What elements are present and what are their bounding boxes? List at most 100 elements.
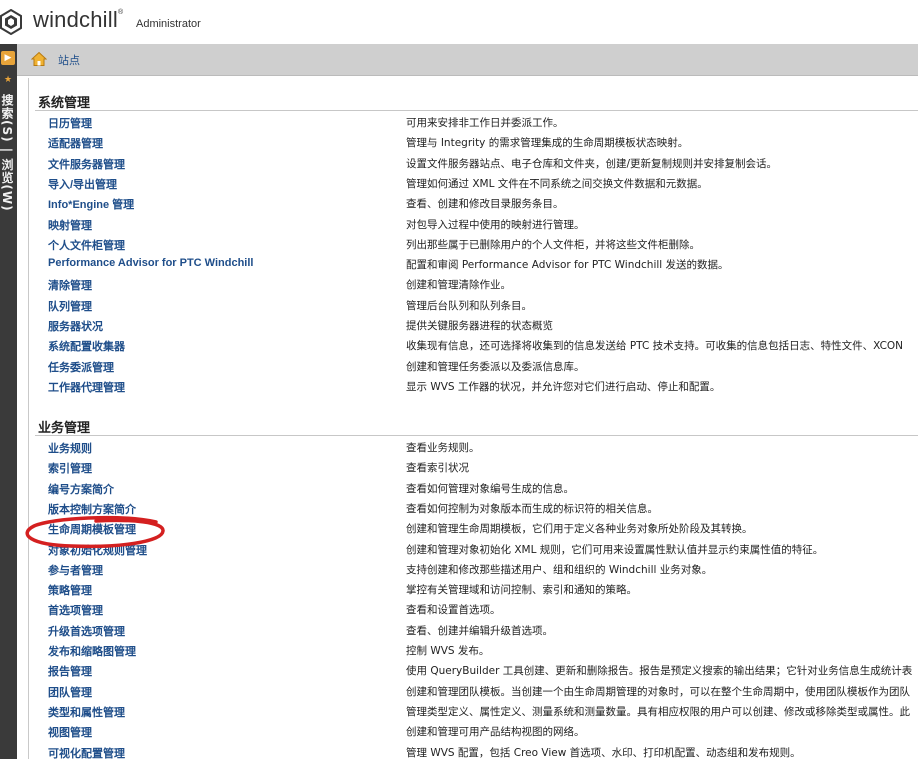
utility-row: 策略管理 掌控有关管理域和访问控制、索引和通知的策略。	[29, 580, 918, 600]
utility-row: Performance Advisor for PTC Windchill 配置和…	[29, 255, 918, 275]
utility-row: 系统配置收集器 收集现有信息，还可选择将收集到的信息发送给 PTC 技术支持。可收…	[29, 336, 918, 356]
utility-description: 收集现有信息，还可选择将收集到的信息发送给 PTC 技术支持。可收集的信息包括日…	[406, 340, 904, 353]
utility-description: 创建和管理可用产品结构视图的网络。	[406, 726, 585, 739]
utility-description: 查看业务规则。	[406, 442, 480, 454]
utility-description: 管理 WVS 配置，包括 Creo View 首选项、水印、打印机配置、动态组和…	[406, 746, 801, 759]
utility-row: 版本控制方案简介 查看如何控制为对象版本而生成的标识符的相关信息。	[29, 499, 918, 519]
utility-row: 映射管理 对包导入过程中使用的映射进行管理。	[29, 215, 918, 235]
utility-link[interactable]: 清除管理	[48, 277, 92, 293]
utility-link[interactable]: 可视化配置管理	[48, 745, 125, 761]
utility-link[interactable]: 策略管理	[48, 582, 92, 598]
windchill-logo-icon	[0, 9, 22, 35]
utility-description: 可用来安排非工作日并委派工作。	[406, 117, 564, 129]
navigator-tab-label[interactable]: 搜索(S) | 浏览(W)	[0, 94, 16, 212]
utility-link[interactable]: 报告管理	[48, 663, 92, 679]
expand-navigator-icon[interactable]: ▶	[1, 51, 15, 65]
section-divider	[35, 110, 918, 111]
breadcrumb-site-link[interactable]: 站点	[58, 52, 80, 68]
utility-description: 创建和管理生命周期模板，它们用于定义各种业务对象所处阶段及其转换。	[406, 523, 753, 536]
utility-row: 团队管理 创建和管理团队模板。当创建一个由生命周期管理的对象时，可以在整个生命周期…	[29, 682, 918, 702]
utility-description: 配置和审阅 Performance Advisor for PTC Windch…	[406, 259, 729, 272]
utility-description: 显示 WVS 工作器的状况，并允许您对它们进行启动、停止和配置。	[406, 380, 721, 393]
utility-link[interactable]: 导入/导出管理	[48, 176, 117, 192]
utility-row: 编号方案简介 查看如何管理对象编号生成的信息。	[29, 479, 918, 499]
utility-link[interactable]: 类型和属性管理	[48, 704, 125, 720]
utility-link[interactable]: Performance Advisor for PTC Windchill	[48, 257, 253, 269]
utility-row: 清除管理 创建和管理清除作业。	[29, 275, 918, 295]
utility-description: 创建和管理任务委派以及委派信息库。	[406, 360, 585, 373]
utility-description: 使用 QueryBuilder 工具创建、更新和删除报告。报告是预定义搜索的输出…	[406, 665, 913, 678]
utility-link[interactable]: 文件服务器管理	[48, 156, 125, 172]
utility-description: 查看和设置首选项。	[406, 604, 501, 617]
utility-description: 列出那些属于已删除用户的个人文件柜，并将这些文件柜删除。	[406, 238, 700, 251]
app-header: windchill® Administrator	[0, 0, 918, 44]
utility-link[interactable]: 系统配置收集器	[48, 338, 125, 354]
utility-link[interactable]: 适配器管理	[48, 135, 103, 151]
utility-row: 适配器管理 管理与 Integrity 的需求管理集成的生命周期模板状态映射。	[29, 133, 918, 153]
utility-link[interactable]: 工作器代理管理	[48, 379, 125, 395]
utilities-content: 系统管理日历管理 可用来安排非工作日并委派工作。适配器管理 管理与 Integrit…	[28, 78, 918, 760]
utility-row: 索引管理 查看索引状况	[29, 458, 918, 478]
utility-description: 控制 WVS 发布。	[406, 645, 490, 657]
utility-link[interactable]: 队列管理	[48, 298, 92, 314]
utility-row: 日历管理 可用来安排非工作日并委派工作。	[29, 113, 918, 133]
utility-row: 视图管理 创建和管理可用产品结构视图的网络。	[29, 722, 918, 742]
utility-row: 升级首选项管理 查看、创建并编辑升级首选项。	[29, 621, 918, 641]
utility-row: 个人文件柜管理 列出那些属于已删除用户的个人文件柜，并将这些文件柜删除。	[29, 235, 918, 255]
utility-description: 创建和管理对象初始化 XML 规则，它们可用来设置属性默认值并显示约束属性值的特…	[406, 543, 824, 556]
current-user: Administrator	[136, 18, 201, 30]
utility-link[interactable]: 编号方案简介	[48, 481, 114, 497]
utility-row: 生命周期模板管理 创建和管理生命周期模板，它们用于定义各种业务对象所处阶段及其转换…	[29, 519, 918, 539]
brand-name: windchill®	[33, 7, 124, 32]
utility-link[interactable]: 首选项管理	[48, 602, 103, 618]
utility-description: 提供关键服务器进程的状态概览	[406, 320, 553, 332]
utility-link[interactable]: Info*Engine 管理	[48, 196, 134, 212]
utility-row: 服务器状况 提供关键服务器进程的状态概览	[29, 316, 918, 336]
utility-row: 文件服务器管理 设置文件服务器站点、电子仓库和文件夹，创建/更新复制规则并安排复制…	[29, 154, 918, 174]
utility-description: 管理与 Integrity 的需求管理集成的生命周期模板状态映射。	[406, 137, 689, 150]
utility-row: 工作器代理管理 显示 WVS 工作器的状况，并允许您对它们进行启动、停止和配置。	[29, 377, 918, 397]
utility-description: 管理后台队列和队列条目。	[406, 299, 532, 312]
utility-row: 业务规则 查看业务规则。	[29, 438, 918, 458]
utility-row: 首选项管理 查看和设置首选项。	[29, 600, 918, 620]
favorite-star-icon[interactable]: ★	[4, 76, 12, 85]
utility-link[interactable]: 对象初始化规则管理	[48, 542, 147, 558]
utility-link[interactable]: 业务规则	[48, 440, 92, 456]
utility-description: 创建和管理团队模板。当创建一个由生命周期管理的对象时，可以在整个生命周期中，使用…	[406, 685, 910, 698]
utility-link[interactable]: 服务器状况	[48, 318, 103, 334]
utility-link[interactable]: 任务委派管理	[48, 359, 114, 375]
utility-row: 类型和属性管理 管理类型定义、属性定义、测量系统和测量数量。具有相应权限的用户可以…	[29, 702, 918, 722]
utility-row: 可视化配置管理 管理 WVS 配置，包括 Creo View 首选项、水印、打印机…	[29, 743, 918, 763]
utility-link[interactable]: 索引管理	[48, 460, 92, 476]
utility-description: 查看、创建和修改目录服务条目。	[406, 198, 564, 211]
section-title: 系统管理	[38, 96, 91, 111]
utility-description: 设置文件服务器站点、电子仓库和文件夹，创建/更新复制规则并安排复制会话。	[406, 157, 778, 170]
section-divider	[35, 435, 918, 436]
utility-row: Info*Engine 管理 查看、创建和修改目录服务条目。	[29, 194, 918, 214]
utility-description: 查看如何管理对象编号生成的信息。	[406, 482, 574, 495]
utility-description: 掌控有关管理域和访问控制、索引和通知的策略。	[406, 584, 637, 597]
utility-link[interactable]: 个人文件柜管理	[48, 237, 125, 253]
utility-row: 队列管理 管理后台队列和队列条目。	[29, 296, 918, 316]
utility-row: 导入/导出管理 管理如何通过 XML 文件在不同系统之间交换文件数据和元数据。	[29, 174, 918, 194]
breadcrumb-bar: 站点	[17, 44, 918, 76]
utility-link[interactable]: 发布和缩略图管理	[48, 643, 136, 659]
trademark-mark: ®	[117, 9, 124, 16]
utility-description: 支持创建和修改那些描述用户、组和组织的 Windchill 业务对象。	[406, 563, 713, 576]
utility-description: 管理如何通过 XML 文件在不同系统之间交换文件数据和元数据。	[406, 177, 708, 190]
utility-description: 管理类型定义、属性定义、测量系统和测量数量。具有相应权限的用户可以创建、修改或移…	[406, 705, 910, 718]
home-icon[interactable]	[31, 51, 47, 67]
utility-link[interactable]: 视图管理	[48, 724, 92, 740]
utility-link[interactable]: 参与者管理	[48, 562, 103, 578]
utility-row: 参与者管理 支持创建和修改那些描述用户、组和组织的 Windchill 业务对象。	[29, 560, 918, 580]
utility-link[interactable]: 版本控制方案简介	[48, 501, 136, 517]
utility-link[interactable]: 映射管理	[48, 217, 92, 233]
utility-description: 查看、创建并编辑升级首选项。	[406, 624, 553, 637]
utility-description: 对包导入过程中使用的映射进行管理。	[406, 218, 585, 231]
utility-link[interactable]: 日历管理	[48, 115, 92, 131]
utility-link[interactable]: 升级首选项管理	[48, 623, 125, 639]
utility-description: 查看如何控制为对象版本而生成的标识符的相关信息。	[406, 502, 658, 515]
utility-link[interactable]: 团队管理	[48, 684, 92, 700]
utility-description: 创建和管理清除作业。	[406, 279, 511, 292]
utility-link[interactable]: 生命周期模板管理	[48, 521, 136, 537]
